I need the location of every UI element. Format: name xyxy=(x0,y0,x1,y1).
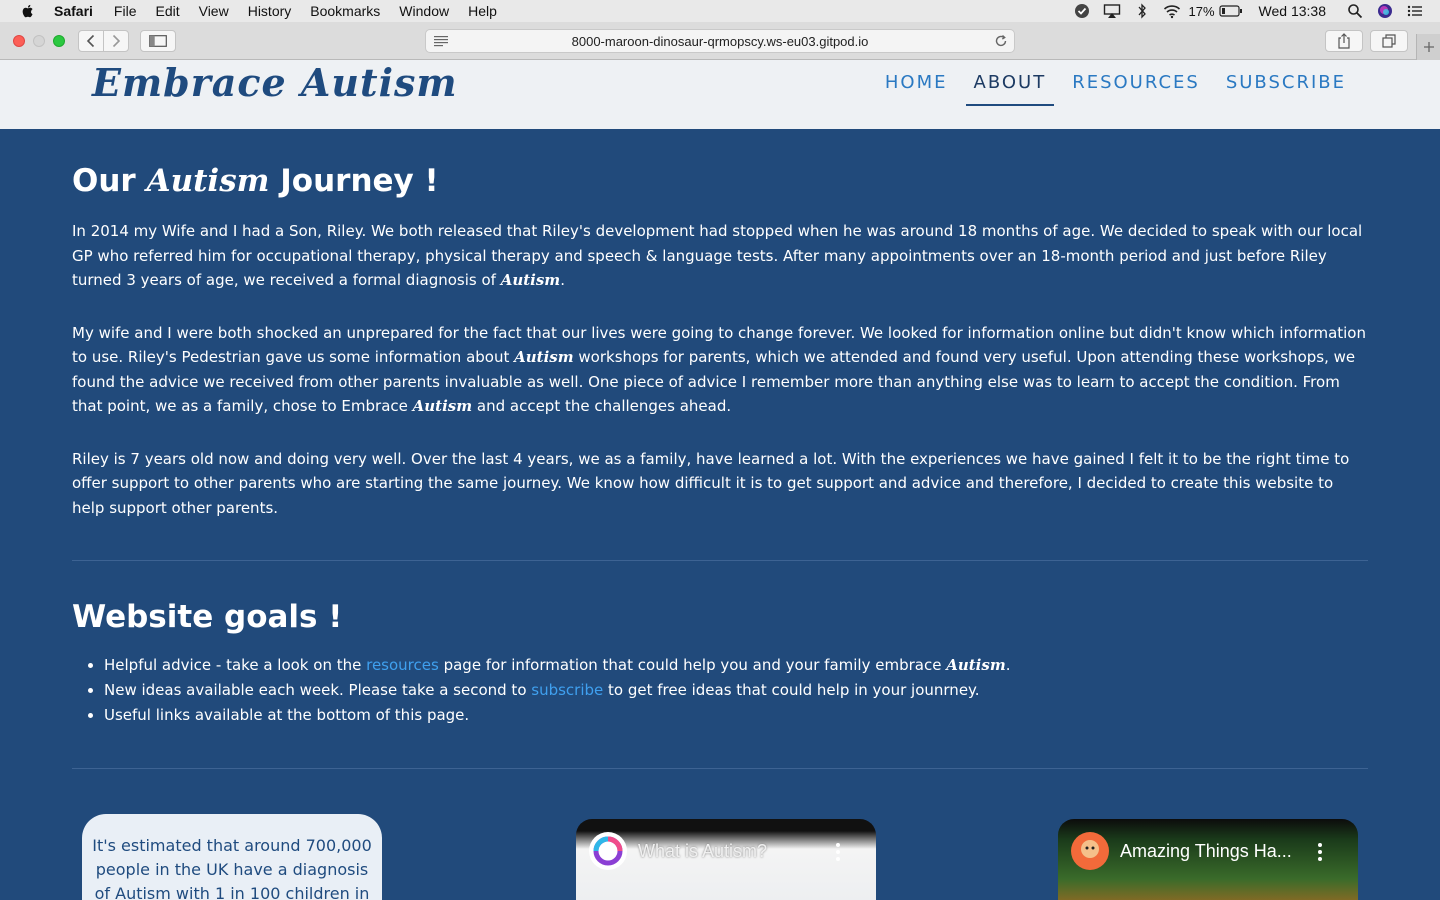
p2-emphasis-1: Autism xyxy=(514,348,574,366)
journey-title-end: Journey ! xyxy=(269,163,439,199)
journey-title-emphasis: Autism xyxy=(146,163,270,199)
url-text[interactable]: 8000-maroon-dinosaur-qrmopscy.ws-eu03.gi… xyxy=(426,34,1014,49)
video-1-title[interactable]: What is Autism? xyxy=(638,841,767,862)
goal-item-ideas: New ideas available each week. Please ta… xyxy=(104,678,1368,703)
autism-fact-card: It's estimated that around 700,000 peopl… xyxy=(82,814,382,900)
sidebar-toggle-button[interactable] xyxy=(140,30,176,52)
journey-title-text: Our xyxy=(72,163,147,199)
goal-2-text-a: New ideas available each week. Please ta… xyxy=(104,681,532,699)
video-what-is-autism[interactable]: What is Autism? xyxy=(576,819,876,900)
menu-window[interactable]: Window xyxy=(399,3,449,19)
p1-emphasis: Autism xyxy=(500,271,561,289)
menu-file[interactable]: File xyxy=(114,3,137,19)
video-2-title[interactable]: Amazing Things Ha... xyxy=(1120,841,1292,862)
goal-1-emphasis: Autism xyxy=(946,656,1006,674)
battery-percent: 17% xyxy=(1188,3,1215,19)
share-button[interactable] xyxy=(1325,30,1363,52)
macos-menu-bar: Safari File Edit View History Bookmarks … xyxy=(0,0,1440,22)
journey-title: Our Autism Journey ! xyxy=(72,163,1368,199)
address-bar[interactable]: 8000-maroon-dinosaur-qrmopscy.ws-eu03.gi… xyxy=(425,29,1015,53)
goal-2-text-b: to get free ideas that could help in you… xyxy=(603,681,980,699)
forward-button[interactable] xyxy=(103,30,129,52)
menu-help[interactable]: Help xyxy=(468,3,497,19)
nav-about[interactable]: ABOUT xyxy=(965,72,1055,106)
site-logo[interactable]: Embrace Autism xyxy=(92,60,458,105)
battery-icon[interactable] xyxy=(1218,3,1243,19)
chevron-right-icon xyxy=(112,34,121,48)
goal-item-links: Useful links available at the bottom of … xyxy=(104,703,1368,728)
new-tab-button[interactable] xyxy=(1416,34,1440,60)
goal-1-end: . xyxy=(1005,656,1011,674)
menu-safari[interactable]: Safari xyxy=(54,3,93,19)
notification-center-icon[interactable] xyxy=(1406,3,1424,19)
resources-link[interactable]: resources xyxy=(366,656,439,674)
goal-1-text-a: Helpful advice - take a look on the xyxy=(104,656,367,674)
checkmark-icon[interactable] xyxy=(1073,3,1091,19)
more-options-icon[interactable] xyxy=(836,843,840,861)
journey-paragraph-3: Riley is 7 years old now and doing very … xyxy=(72,449,1350,517)
site-header: Embrace Autism HOME ABOUT RESOURCES SUBS… xyxy=(0,60,1440,129)
window-close-button[interactable] xyxy=(13,35,25,47)
menubar-status-area: 17% Wed 13:38 xyxy=(1061,0,1425,22)
more-options-icon[interactable] xyxy=(1318,843,1322,861)
share-icon xyxy=(1338,33,1350,49)
section-divider-2 xyxy=(72,768,1368,769)
plus-icon xyxy=(1423,42,1434,52)
video-amazing-things[interactable]: Amazing Things Ha... xyxy=(1058,819,1358,900)
menu-view[interactable]: View xyxy=(199,3,229,19)
tabs-icon xyxy=(1382,34,1396,48)
subscribe-link[interactable]: subscribe xyxy=(531,681,603,699)
sidebar-icon xyxy=(149,35,167,47)
main-content: Our Autism Journey ! In 2014 my Wife and… xyxy=(72,129,1368,769)
nav-resources[interactable]: RESOURCES xyxy=(1064,72,1208,106)
nav-home[interactable]: HOME xyxy=(877,72,956,106)
apple-icon[interactable] xyxy=(20,3,36,19)
airplay-icon[interactable] xyxy=(1103,3,1121,19)
p2-emphasis-2: Autism xyxy=(412,397,473,415)
show-tabs-button[interactable] xyxy=(1370,30,1408,52)
menu-bookmarks[interactable]: Bookmarks xyxy=(310,3,380,19)
goals-title: Website goals ! xyxy=(72,599,343,635)
p1-end: . xyxy=(560,271,565,289)
nav-subscribe[interactable]: SUBSCRIBE xyxy=(1218,72,1354,106)
back-button[interactable] xyxy=(78,30,104,52)
p1-text: In 2014 my Wife and I had a Son, Riley. … xyxy=(72,222,1363,289)
siri-icon[interactable] xyxy=(1376,3,1394,19)
goal-1-text-b: page for information that could help you… xyxy=(438,656,947,674)
window-zoom-button[interactable] xyxy=(53,35,65,47)
reload-icon[interactable] xyxy=(994,34,1008,48)
spotlight-search-icon[interactable] xyxy=(1346,3,1364,19)
journey-paragraph-1: In 2014 my Wife and I had a Son, Riley. … xyxy=(72,219,1368,293)
menubar-clock[interactable]: Wed 13:38 xyxy=(1259,3,1326,19)
bluetooth-icon[interactable] xyxy=(1133,3,1151,19)
goals-list: Helpful advice - take a look on the reso… xyxy=(104,653,1368,728)
main-nav: HOME ABOUT RESOURCES SUBSCRIBE xyxy=(867,72,1354,106)
goal-item-advice: Helpful advice - take a look on the reso… xyxy=(104,653,1368,678)
chevron-left-icon xyxy=(86,34,95,48)
menu-history[interactable]: History xyxy=(248,3,292,19)
wifi-icon[interactable] xyxy=(1163,3,1181,19)
menu-edit[interactable]: Edit xyxy=(155,3,179,19)
channel-avatar-icon[interactable] xyxy=(1070,831,1110,871)
section-divider xyxy=(72,560,1368,561)
p2-text-c: and accept the challenges ahead. xyxy=(472,397,732,415)
window-minimize-button[interactable] xyxy=(33,35,45,47)
journey-paragraph-2: My wife and I were both shocked an unpre… xyxy=(72,321,1368,419)
safari-toolbar: 8000-maroon-dinosaur-qrmopscy.ws-eu03.gi… xyxy=(0,22,1440,60)
channel-avatar-icon[interactable] xyxy=(588,831,628,871)
